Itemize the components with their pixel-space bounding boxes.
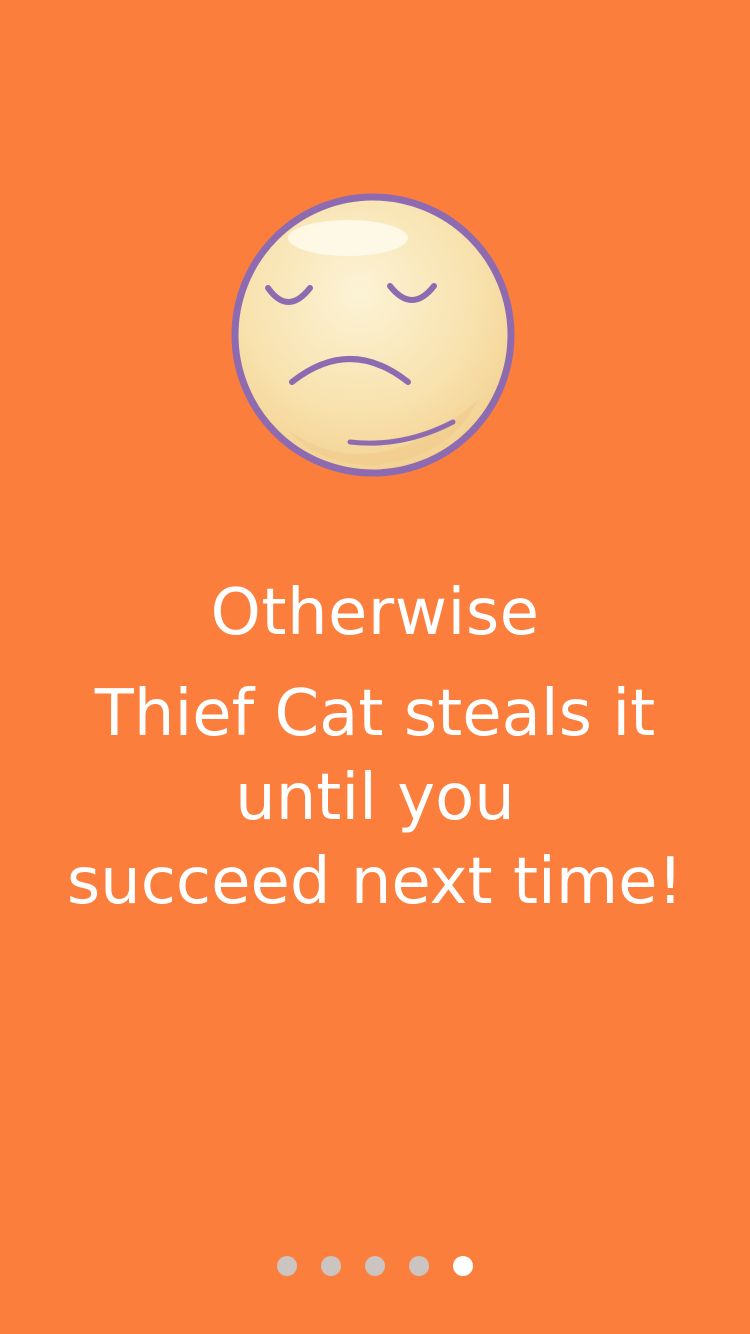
slide-description: Thief Cat steals it until you succeed ne… <box>20 672 730 924</box>
description-line: until you <box>235 761 515 835</box>
page-dot-5-active[interactable] <box>453 1256 473 1276</box>
page-dot-1[interactable] <box>277 1256 297 1276</box>
slide-heading: Otherwise <box>210 576 540 650</box>
onboarding-screen: Otherwise Thief Cat steals it until you … <box>0 0 750 1334</box>
description-line: succeed next time! <box>66 845 684 919</box>
description-line: Thief Cat steals it <box>94 677 656 751</box>
page-dot-4[interactable] <box>409 1256 429 1276</box>
page-dot-3[interactable] <box>365 1256 385 1276</box>
page-dot-2[interactable] <box>321 1256 341 1276</box>
sad-face-icon <box>228 190 518 480</box>
page-indicator <box>0 1256 750 1280</box>
